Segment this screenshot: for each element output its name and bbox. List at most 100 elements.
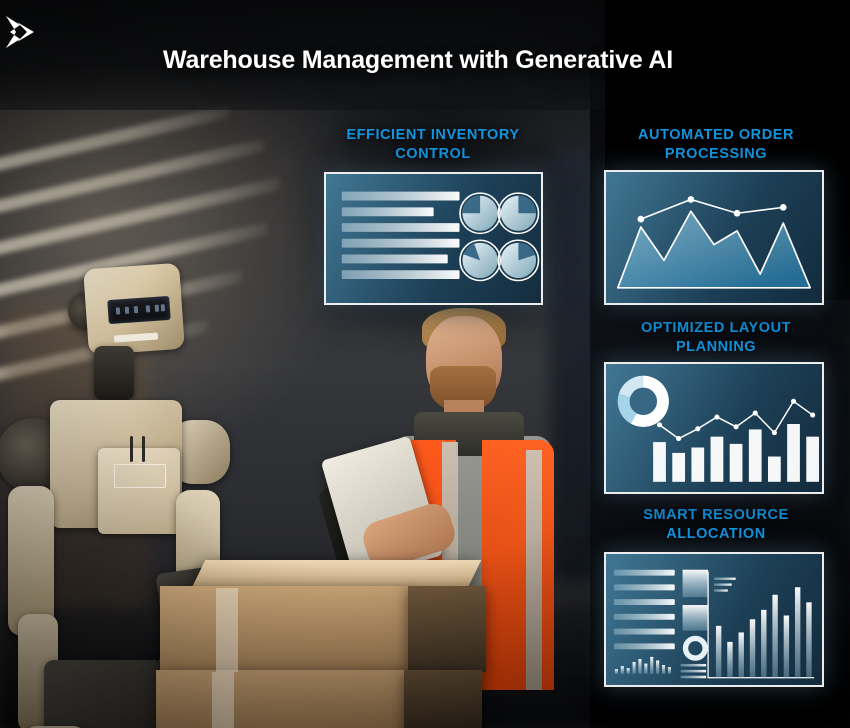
pie-slice-cut — [462, 195, 481, 214]
bar — [806, 436, 820, 482]
arrow-chevron-logo[interactable] — [0, 14, 38, 50]
bar — [749, 619, 756, 678]
feature-label-smart-resource-allocation: SMART RESOURCE ALLOCATION — [608, 506, 824, 544]
trend-marker — [810, 412, 816, 418]
area-series — [616, 210, 812, 289]
horizontal-bars — [341, 191, 460, 280]
dashboard-row — [613, 628, 675, 635]
robot-neck — [94, 346, 134, 400]
bar — [772, 594, 778, 678]
side-rows — [613, 569, 675, 650]
bar — [715, 625, 722, 678]
chart-panel-donut-bar-line-chart[interactable] — [604, 362, 824, 494]
legend-line — [680, 675, 707, 679]
box-side-face — [408, 586, 486, 672]
trend-marker — [656, 422, 663, 428]
mini-bar — [626, 668, 630, 674]
box-lower-side — [404, 670, 482, 728]
label-line-2: PLANNING — [675, 339, 757, 355]
legend-line — [713, 583, 732, 586]
legend-line — [713, 577, 736, 580]
chart-panel-area-line-chart[interactable] — [604, 170, 824, 305]
mini-bar — [632, 662, 636, 674]
page-title: Warehouse Management with Generative AI — [163, 46, 673, 74]
trend-marker — [695, 426, 701, 432]
chart-panel-analytics-dashboard[interactable] — [604, 552, 824, 687]
infographic-canvas: Warehouse Management with Generative AI … — [0, 0, 850, 728]
legend-line — [680, 669, 707, 673]
mini-bar — [650, 656, 654, 674]
trend-marker — [714, 414, 720, 420]
legend-line — [713, 589, 728, 592]
bar — [691, 447, 705, 482]
trend-marker — [779, 204, 787, 211]
box-lower-front — [156, 670, 408, 728]
donut-bar-line-chart — [617, 375, 820, 482]
legend-line — [680, 663, 707, 667]
mini-bar — [644, 663, 648, 674]
feature-label-optimized-layout-planning: OPTIMIZED LAYOUT PLANNING — [608, 319, 824, 357]
bar — [783, 615, 790, 678]
bar — [727, 641, 733, 678]
robot-hip — [44, 660, 164, 728]
chart-panel-inventory-dashboard[interactable] — [324, 172, 543, 305]
worker-hivis-vest-right — [482, 440, 554, 690]
trend-marker — [771, 430, 777, 436]
label-line-1: EFFICIENT INVENTORY — [346, 127, 520, 143]
main-bar-series — [707, 571, 815, 679]
kpi-block-1 — [682, 569, 709, 598]
dashboard-row — [613, 613, 675, 620]
robot-visor — [107, 295, 171, 325]
dashboard-row — [613, 599, 675, 606]
robot-badge — [114, 464, 166, 488]
label-line-2: ALLOCATION — [666, 526, 766, 542]
box-front-face — [160, 586, 412, 672]
box-tape-strip — [212, 672, 234, 728]
bar — [653, 442, 666, 482]
bar — [738, 632, 744, 678]
analytics-dashboard-chart — [613, 569, 815, 679]
inventory-bar — [341, 223, 460, 232]
bar — [761, 609, 767, 678]
trend-marker — [676, 436, 682, 442]
vest-reflective-strip — [526, 450, 542, 690]
robot-vent-slot — [142, 436, 145, 462]
inventory-bar — [341, 254, 448, 264]
dashboard-row — [613, 643, 675, 650]
bar-series — [653, 424, 820, 482]
feature-label-efficient-inventory-control: EFFICIENT INVENTORY CONTROL — [330, 126, 536, 164]
donut-hole — [629, 387, 658, 416]
dashboard-row — [613, 569, 675, 576]
mini-bar — [667, 667, 671, 674]
trend-line-series — [637, 196, 787, 223]
mini-bar — [661, 665, 666, 674]
mini-bar — [620, 666, 624, 674]
label-line-2: PROCESSING — [664, 146, 768, 162]
bar — [767, 456, 781, 482]
area-line-chart — [616, 196, 812, 289]
bar — [729, 443, 743, 482]
pie-slice-cut — [518, 195, 537, 214]
trend-marker — [733, 424, 739, 430]
area-path — [616, 210, 812, 289]
bar — [787, 424, 800, 482]
inventory-bar — [341, 207, 434, 217]
trend-marker — [637, 215, 645, 223]
box-tape-strip — [216, 588, 238, 672]
robot-chest-plate — [98, 448, 180, 534]
bar — [710, 436, 724, 482]
bar — [794, 587, 801, 678]
inventory-bar — [341, 238, 460, 248]
label-line-2: CONTROL — [395, 146, 471, 162]
inventory-bar — [341, 191, 460, 201]
bar — [672, 452, 686, 482]
mini-bar — [656, 660, 660, 674]
trend-marker — [733, 209, 741, 217]
trend-path — [640, 198, 784, 220]
label-line-1: OPTIMIZED LAYOUT — [640, 320, 792, 336]
donut-chart — [617, 375, 669, 427]
label-line-1: SMART RESOURCE — [643, 507, 789, 523]
donut-ring — [682, 635, 708, 661]
mini-bar — [614, 669, 618, 674]
inventory-dashboard-chart — [341, 191, 540, 282]
